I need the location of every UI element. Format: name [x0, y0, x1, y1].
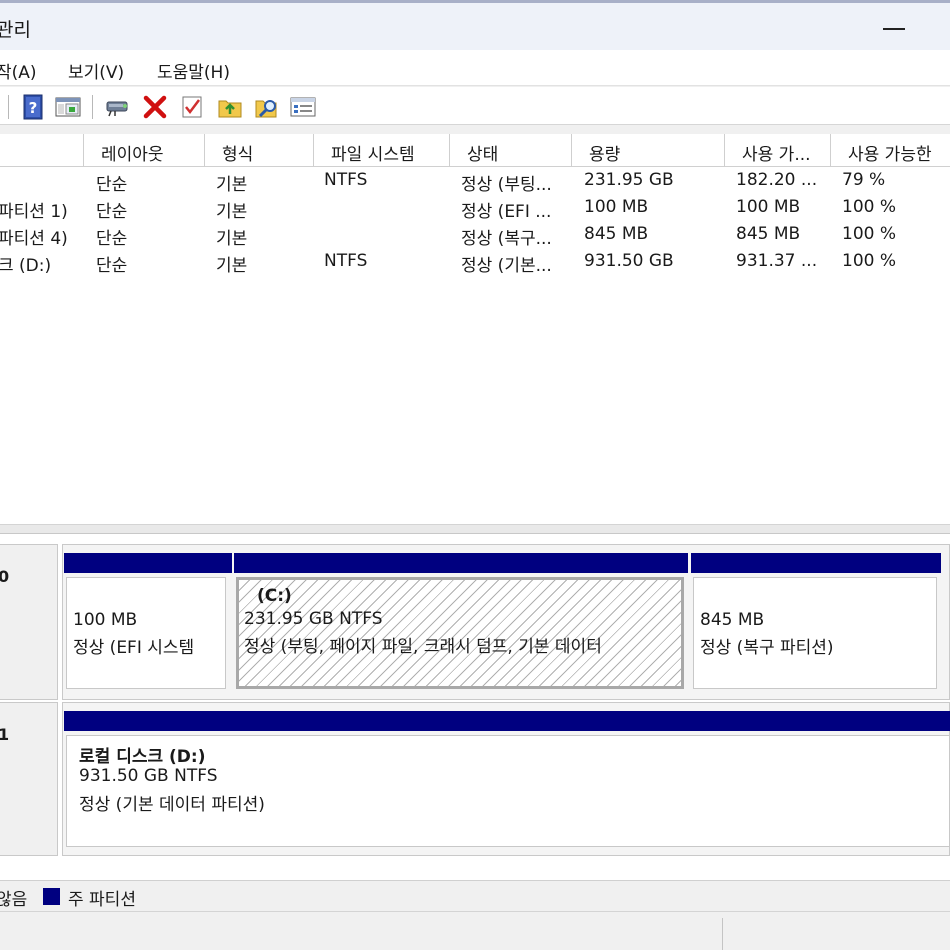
- window-title: 관리: [0, 19, 31, 41]
- partition-body: 845 MB 정상 (복구 파티션): [693, 577, 937, 689]
- cell-free-space: 931.37 ...: [736, 251, 818, 271]
- column-header-filesystem[interactable]: 파일 시스템: [314, 134, 450, 167]
- cell-capacity: 931.50 GB: [584, 251, 674, 271]
- status-bar: [0, 911, 950, 950]
- partition-name: (C:): [257, 586, 292, 606]
- column-header-layout[interactable]: 레이아웃: [84, 134, 205, 167]
- table-row[interactable]: 단순 기본 NTFS 정상 (부팅... 231.95 GB 182.20 ..…: [0, 168, 950, 195]
- cell-free-space: 100 MB: [736, 197, 801, 217]
- partition-body: 로컬 디스크 (D:) 931.50 GB NTFS 정상 (기본 데이터 파티…: [66, 735, 950, 847]
- menu-view[interactable]: 보기(V): [68, 58, 124, 83]
- menu-bar: 작(A) 보기(V) 도움말(H): [0, 50, 950, 86]
- toolbar-separator: [8, 95, 9, 119]
- status-pane-separator: [722, 918, 723, 950]
- menu-action[interactable]: 작(A): [0, 58, 37, 83]
- partition-size: 231.95 GB NTFS: [244, 609, 383, 629]
- cell-layout: 단순: [96, 175, 128, 195]
- partition-name: 로컬 디스크 (D:): [79, 747, 206, 767]
- cell-capacity: 845 MB: [584, 224, 649, 244]
- cell-percent-free: 100 %: [842, 197, 897, 217]
- cell-free-space: 182.20 ...: [736, 170, 818, 190]
- partition-bar: [234, 553, 688, 573]
- volume-list-header: 레이아웃 형식 파일 시스템 상태 용량 사용 가... 사용 가능한: [0, 134, 950, 167]
- disk-label[interactable]: 0: [0, 544, 58, 700]
- properties-icon[interactable]: [290, 94, 316, 120]
- column-header-free-space[interactable]: 사용 가...: [725, 134, 831, 167]
- delete-icon[interactable]: [142, 94, 168, 120]
- title-bar: 관리: [0, 3, 950, 50]
- cell-volume: 파티션 4): [0, 229, 68, 249]
- partition-bar: [691, 553, 941, 573]
- help-icon[interactable]: ?: [20, 94, 46, 120]
- disk-row: 100 MB 정상 (EFI 시스템 (C:) 231.95 GB NTFS 정…: [62, 544, 950, 700]
- pane-splitter[interactable]: [0, 524, 950, 534]
- legend-primary-swatch: [43, 888, 60, 905]
- cell-layout: 단순: [96, 202, 128, 222]
- cell-status: 정상 (EFI ...: [461, 202, 552, 222]
- table-row[interactable]: 파티션 4) 단순 기본 정상 (복구... 845 MB 845 MB 100…: [0, 222, 950, 249]
- column-header-type[interactable]: 형식: [205, 134, 314, 167]
- partition-bar: [64, 553, 232, 573]
- partition-efi[interactable]: 100 MB 정상 (EFI 시스템: [64, 553, 232, 699]
- cell-capacity: 231.95 GB: [584, 170, 674, 190]
- cell-layout: 단순: [96, 256, 128, 276]
- cell-type: 기본: [216, 202, 248, 222]
- column-header-volume[interactable]: [0, 134, 84, 167]
- connect-disk-icon[interactable]: [105, 94, 131, 120]
- menu-help[interactable]: 도움말(H): [157, 58, 230, 83]
- cell-status: 정상 (복구...: [461, 229, 552, 249]
- partition-status: 정상 (EFI 시스템: [73, 638, 195, 658]
- minimize-icon: [883, 28, 905, 30]
- cell-volume: 크 (D:): [0, 256, 52, 276]
- column-header-percent-free[interactable]: 사용 가능한: [831, 134, 950, 167]
- column-header-status[interactable]: 상태: [450, 134, 572, 167]
- check-icon[interactable]: [180, 94, 206, 120]
- cell-type: 기본: [216, 175, 248, 195]
- console-view-icon[interactable]: [55, 94, 81, 120]
- cell-capacity: 100 MB: [584, 197, 649, 217]
- cell-volume: 파티션 1): [0, 202, 68, 222]
- legend-bar: 않음 주 파티션: [0, 880, 950, 910]
- volume-list: 레이아웃 형식 파일 시스템 상태 용량 사용 가... 사용 가능한 단순 기…: [0, 134, 950, 524]
- partition-d[interactable]: 로컬 디스크 (D:) 931.50 GB NTFS 정상 (기본 데이터 파티…: [64, 711, 950, 855]
- partition-size: 100 MB: [73, 610, 138, 630]
- cell-free-space: 845 MB: [736, 224, 801, 244]
- table-row[interactable]: 파티션 1) 단순 기본 정상 (EFI ... 100 MB 100 MB 1…: [0, 195, 950, 222]
- partition-body: (C:) 231.95 GB NTFS 정상 (부팅, 페이지 파일, 크래시 …: [236, 577, 684, 689]
- disk-row: 로컬 디스크 (D:) 931.50 GB NTFS 정상 (기본 데이터 파티…: [62, 702, 950, 856]
- legend-primary-label: 주 파티션: [68, 890, 136, 910]
- toolbar: ?: [0, 87, 950, 125]
- partition-bar: [64, 711, 950, 731]
- disk-label[interactable]: 1: [0, 702, 58, 856]
- toolbar-separator: [92, 95, 93, 119]
- column-header-capacity[interactable]: 용량: [572, 134, 725, 167]
- partition-size: 845 MB: [700, 610, 765, 630]
- cell-filesystem: NTFS: [324, 251, 368, 271]
- legend-unallocated-label: 않음: [0, 890, 28, 910]
- cell-status: 정상 (부팅...: [461, 175, 552, 195]
- partition-c[interactable]: (C:) 231.95 GB NTFS 정상 (부팅, 페이지 파일, 크래시 …: [234, 553, 688, 699]
- minimize-button[interactable]: [883, 23, 905, 33]
- cell-type: 기본: [216, 229, 248, 249]
- disk-number: 0: [0, 567, 10, 586]
- partition-status: 정상 (기본 데이터 파티션): [79, 795, 265, 815]
- cell-percent-free: 100 %: [842, 224, 897, 244]
- partition-status: 정상 (복구 파티션): [700, 638, 834, 658]
- partition-size: 931.50 GB NTFS: [79, 766, 218, 786]
- partition-status: 정상 (부팅, 페이지 파일, 크래시 덤프, 기본 데이터: [244, 637, 602, 657]
- cell-status: 정상 (기본...: [461, 256, 552, 276]
- disk-graph: 0 100 MB 정상 (EFI 시스템 (C:) 231.95 GB NTFS…: [0, 534, 950, 880]
- find-icon[interactable]: [254, 94, 280, 120]
- cell-percent-free: 100 %: [842, 251, 897, 271]
- cell-layout: 단순: [96, 229, 128, 249]
- partition-recovery[interactable]: 845 MB 정상 (복구 파티션): [691, 553, 941, 699]
- cell-type: 기본: [216, 256, 248, 276]
- partition-body: 100 MB 정상 (EFI 시스템: [66, 577, 226, 689]
- svg-text:?: ?: [29, 99, 38, 117]
- table-row[interactable]: 크 (D:) 단순 기본 NTFS 정상 (기본... 931.50 GB 93…: [0, 249, 950, 276]
- disk-number: 1: [0, 725, 10, 744]
- up-folder-icon[interactable]: [217, 94, 243, 120]
- cell-percent-free: 79 %: [842, 170, 886, 190]
- cell-filesystem: NTFS: [324, 170, 368, 190]
